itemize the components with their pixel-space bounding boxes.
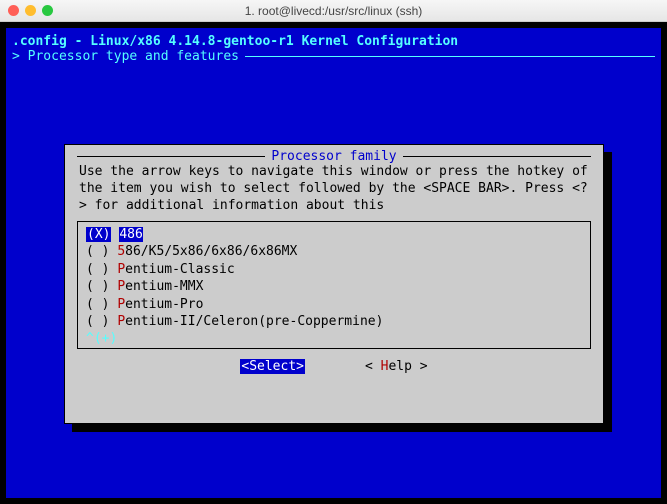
minimize-icon[interactable] xyxy=(25,5,36,16)
radio-icon: ( ) xyxy=(86,314,109,329)
dialog-instructions: Use the arrow keys to navigate this wind… xyxy=(77,164,591,221)
window-titlebar: 1. root@livecd:/usr/src/linux (ssh) xyxy=(0,0,667,22)
breadcrumb-text: > Processor type and features xyxy=(12,49,239,64)
option-item[interactable]: ( ) Pentium-II/Celeron(pre-Coppermine) xyxy=(86,313,582,331)
option-label: 486 xyxy=(119,227,142,242)
help-button[interactable]: < Help > xyxy=(365,359,428,374)
zoom-icon[interactable] xyxy=(42,5,53,16)
option-list[interactable]: (X) 486( ) 586/K5/5x86/6x86/6x86MX( ) Pe… xyxy=(77,221,591,349)
window-title: 1. root@livecd:/usr/src/linux (ssh) xyxy=(8,4,659,18)
option-hotkey: P xyxy=(117,262,125,277)
traffic-lights xyxy=(8,5,53,16)
select-button[interactable]: <Select> xyxy=(240,359,305,374)
radio-selected-icon: (X) xyxy=(86,227,111,242)
option-hotkey: 5 xyxy=(117,244,125,259)
dialog-title-row: Processor family xyxy=(77,149,591,164)
close-icon[interactable] xyxy=(8,5,19,16)
option-item[interactable]: (X) 486 xyxy=(86,226,582,244)
more-indicator: ^(+) xyxy=(86,331,582,346)
radio-icon: ( ) xyxy=(86,262,109,277)
option-item[interactable]: ( ) Pentium-Pro xyxy=(86,296,582,314)
dialog-title: Processor family xyxy=(265,149,402,164)
option-label: entium-Pro xyxy=(125,297,203,312)
option-hotkey: P xyxy=(117,314,125,329)
option-label: entium-Classic xyxy=(125,262,235,277)
dialog-buttons: <Select> < Help > xyxy=(77,359,591,374)
option-item[interactable]: ( ) 586/K5/5x86/6x86/6x86MX xyxy=(86,243,582,261)
radio-icon: ( ) xyxy=(86,297,109,312)
option-label: entium-II/Celeron(pre-Coppermine) xyxy=(125,314,383,329)
breadcrumb-rule xyxy=(245,56,655,57)
breadcrumb: > Processor type and features xyxy=(12,49,655,64)
option-item[interactable]: ( ) Pentium-Classic xyxy=(86,261,582,279)
radio-icon: ( ) xyxy=(86,279,109,294)
config-header: .config - Linux/x86 4.14.8-gentoo-r1 Ker… xyxy=(12,34,655,49)
option-label: 86/K5/5x86/6x86/6x86MX xyxy=(125,244,297,259)
radio-icon: ( ) xyxy=(86,244,109,259)
terminal: .config - Linux/x86 4.14.8-gentoo-r1 Ker… xyxy=(0,22,667,504)
option-hotkey: P xyxy=(117,297,125,312)
option-hotkey: P xyxy=(117,279,125,294)
option-label: entium-MMX xyxy=(125,279,203,294)
menuconfig-screen[interactable]: .config - Linux/x86 4.14.8-gentoo-r1 Ker… xyxy=(6,28,661,498)
option-item[interactable]: ( ) Pentium-MMX xyxy=(86,278,582,296)
processor-family-dialog: Processor family Use the arrow keys to n… xyxy=(64,144,604,424)
